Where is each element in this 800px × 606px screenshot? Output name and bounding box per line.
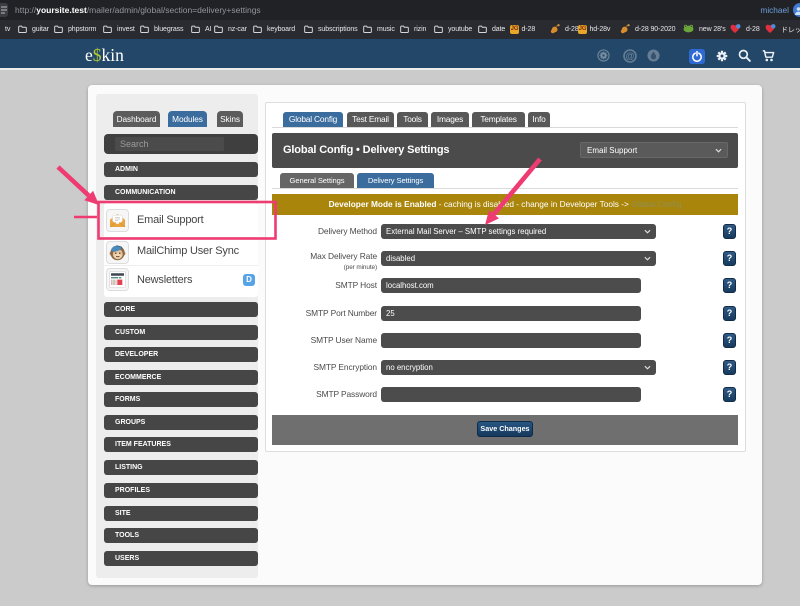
- svg-text:@: @: [625, 51, 634, 61]
